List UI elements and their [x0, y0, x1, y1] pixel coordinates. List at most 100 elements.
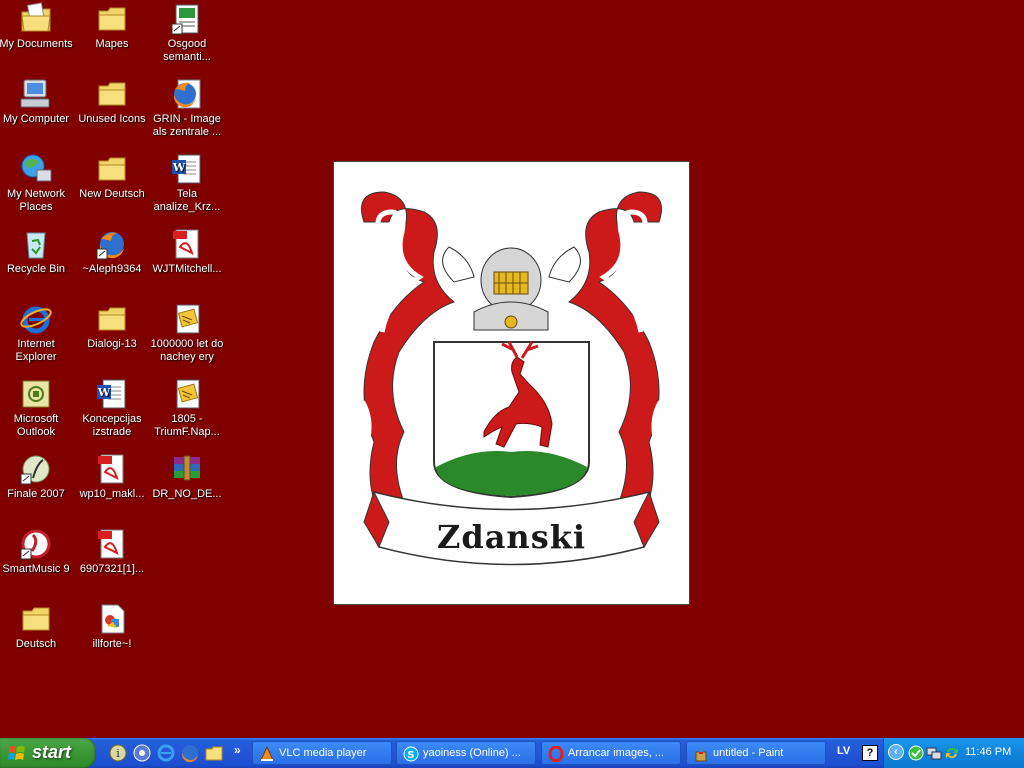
icon-label: 6907321[1]...	[79, 563, 145, 575]
svg-text:W: W	[97, 386, 111, 399]
task-label: yaoiness (Online) ...	[423, 747, 521, 759]
desktop-icon-osgood-semanti[interactable]: Osgood semanti...	[149, 2, 225, 64]
desktop-icon-dialogi-13[interactable]: Dialogi-13	[74, 302, 150, 351]
desktop-icon-wp10-makl[interactable]: wp10_makl...	[74, 452, 150, 501]
task-label: VLC media player	[279, 747, 367, 759]
desktop: My Documents My Computer My Network Plac…	[0, 0, 1024, 738]
icon-label: illforte~!	[92, 638, 132, 650]
desktop-icon-internet-explorer[interactable]: Internet Explorer	[0, 302, 74, 364]
icon-label: WJTMitchell...	[152, 263, 222, 275]
desktop-icon-my-documents[interactable]: My Documents	[0, 2, 74, 51]
word-doc-icon: W	[172, 154, 201, 184]
icon-label: My Documents	[0, 38, 73, 50]
vlc-icon	[260, 746, 274, 761]
icon-label: Microsoft Outlook	[13, 413, 59, 438]
folder-icon	[22, 607, 50, 631]
icon-label: wp10_makl...	[79, 488, 145, 500]
network-tray-icon[interactable]	[926, 745, 942, 761]
document-icon	[176, 304, 200, 334]
quick-launch-chevron[interactable]: »	[234, 743, 241, 757]
task-label: untitled - Paint	[713, 747, 784, 759]
task-arrancar-images[interactable]: Arrancar images, ...	[541, 741, 681, 765]
desktop-icon-microsoft-outlook[interactable]: Microsoft Outlook	[0, 377, 74, 439]
icon-label: Deutsch	[15, 638, 57, 650]
crest-name: Zdanski	[436, 518, 587, 556]
firefox-icon	[173, 79, 201, 109]
desktop-icon-1000000-let[interactable]: 1000000 let do nachey ery	[149, 302, 225, 364]
start-label: start	[32, 742, 72, 762]
icon-label: Osgood semanti...	[163, 38, 211, 63]
svg-text:i: i	[116, 747, 120, 760]
desktop-icon-smartmusic-9[interactable]: SmartMusic 9	[0, 527, 74, 576]
tray-expand-icon[interactable]: ‹	[888, 744, 904, 760]
svg-text:W: W	[172, 161, 186, 174]
info-icon[interactable]: i	[108, 743, 128, 763]
task-vlc-media-player[interactable]: VLC media player	[252, 741, 392, 765]
opera-icon	[548, 746, 564, 762]
desktop-icon-grin-image[interactable]: GRIN - Image als zentrale ...	[149, 77, 225, 139]
icon-label: 1000000 let do nachey ery	[150, 338, 224, 363]
language-help-button[interactable]: ?	[862, 745, 878, 761]
system-tray: ‹ 11:46 PM	[883, 738, 1024, 768]
desktop-icon-6907321[interactable]: 6907321[1]...	[74, 527, 150, 576]
pdf-icon	[98, 454, 124, 484]
desktop-icon-new-deutsch[interactable]: New Deutsch	[74, 152, 150, 201]
icon-label: Koncepcijas izstrade	[82, 413, 142, 438]
folder-icon[interactable]	[204, 743, 224, 763]
desktop-icon-koncepcijas-izstrade[interactable]: W Koncepcijas izstrade	[74, 377, 150, 439]
icon-label: Finale 2007	[7, 488, 65, 500]
task-untitled-paint[interactable]: untitled - Paint	[686, 741, 826, 765]
icon-label: Dialogi-13	[87, 338, 137, 350]
firefox-icon[interactable]	[180, 743, 200, 763]
skype-tray-icon[interactable]	[908, 745, 924, 761]
my-computer-icon	[20, 79, 50, 108]
desktop-icon-unused-icons[interactable]: Unused Icons	[74, 77, 150, 126]
paint-icon	[695, 747, 707, 762]
icon-label: GRIN - Image als zentrale ...	[152, 113, 222, 138]
outlook-icon	[22, 380, 50, 408]
desktop-icon-wjtmitchell[interactable]: WJTMitchell...	[149, 227, 225, 276]
document-icon	[176, 379, 200, 409]
ie-icon[interactable]	[156, 743, 176, 763]
crest-image: Zdanski	[333, 161, 690, 605]
desktop-icon-deutsch[interactable]: Deutsch	[0, 602, 74, 651]
task-label: Arrancar images, ...	[568, 747, 664, 759]
desktop-icon-aleph9364[interactable]: ~Aleph9364	[74, 227, 150, 276]
image-file-icon	[101, 604, 125, 634]
clock[interactable]: 11:46 PM	[965, 746, 1011, 758]
desktop-icon-finale-2007[interactable]: Finale 2007	[0, 452, 74, 501]
folder-icon	[98, 7, 126, 31]
desktop-icon-dr-no-de[interactable]: DR_NO_DE...	[149, 452, 225, 501]
folder-icon	[98, 82, 126, 106]
media-icon[interactable]	[132, 743, 152, 763]
desktop-icon-my-computer[interactable]: My Computer	[0, 77, 74, 126]
folder-icon	[98, 307, 126, 331]
desktop-icon-illforte[interactable]: illforte~!	[74, 602, 150, 651]
desktop-icon-1805-triumf[interactable]: 1805 - TriumF.Nap...	[149, 377, 225, 439]
firefox-icon	[96, 232, 124, 260]
task-skype[interactable]: S yaoiness (Online) ...	[396, 741, 536, 765]
icon-label: Mapes	[95, 38, 129, 50]
my-documents-icon	[21, 2, 51, 32]
desktop-icon-recycle-bin[interactable]: Recycle Bin	[0, 227, 74, 276]
icon-label: 1805 - TriumF.Nap...	[154, 413, 220, 438]
icon-label: ~Aleph9364	[82, 263, 142, 275]
icon-label: Unused Icons	[78, 113, 146, 125]
recycle-bin-icon	[26, 232, 46, 259]
smartmusic-icon	[20, 529, 51, 560]
taskbar: start i » VLC media player S yaoiness (O…	[0, 738, 1024, 768]
desktop-icon-my-network-places[interactable]: My Network Places	[0, 152, 74, 214]
desktop-icon-tela-analize[interactable]: W Tela analize_Krz...	[149, 152, 225, 214]
start-button[interactable]: start	[0, 738, 96, 768]
winrar-icon	[174, 455, 200, 481]
icon-label: Recycle Bin	[6, 263, 66, 275]
windows-logo-icon	[8, 746, 25, 760]
document-icon	[171, 4, 199, 35]
desktop-icon-mapes[interactable]: Mapes	[74, 2, 150, 51]
language-indicator[interactable]: LV	[837, 745, 850, 757]
sync-tray-icon[interactable]	[944, 745, 960, 761]
pdf-icon	[173, 229, 199, 259]
icon-label: Internet Explorer	[15, 338, 57, 363]
icon-label: New Deutsch	[79, 188, 145, 200]
icon-label: SmartMusic 9	[2, 563, 70, 575]
